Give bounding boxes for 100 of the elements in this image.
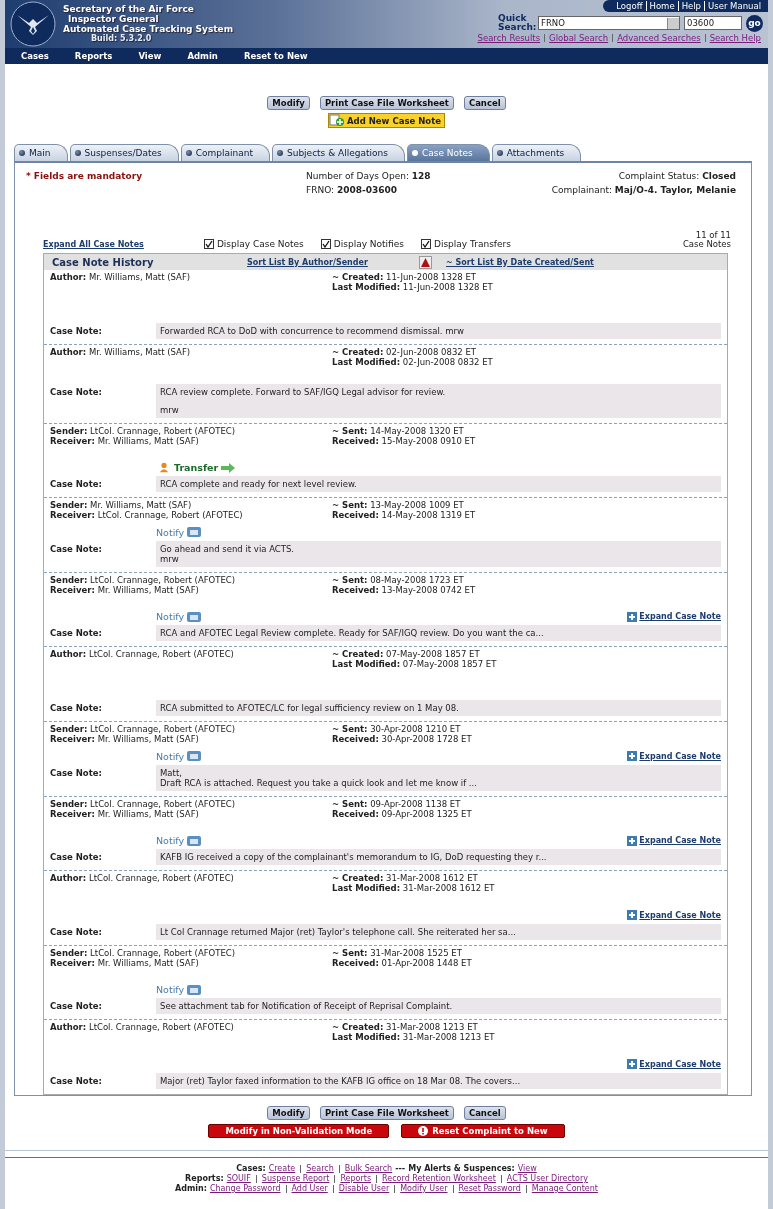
- action-button[interactable]: Print Case File Worksheet: [319, 1106, 454, 1120]
- footer-link[interactable]: Reports: [340, 1174, 372, 1184]
- complainant-name: Complainant: Maj/O-4. Taylor, Melanie: [551, 185, 736, 195]
- go-button[interactable]: go: [746, 14, 763, 32]
- person-field: Sender: LtCol. Crannage, Robert (AFOTEC): [50, 574, 332, 585]
- footer-link[interactable]: Disable User: [338, 1184, 390, 1194]
- footer-link[interactable]: Record Retention Worksheet: [382, 1174, 496, 1184]
- header-link[interactable]: User Manual: [704, 1, 764, 11]
- date-field: Received: 14-May-2008 1319 ET: [332, 510, 476, 521]
- checkbox-label: Display Transfers: [434, 239, 511, 249]
- note-text: Go ahead and send it via ACTS. mrw: [156, 540, 721, 567]
- build-number: Build: 5.3.2.0: [90, 34, 152, 44]
- action-button[interactable]: Modify: [267, 96, 310, 110]
- date-field: Last Modified: 11-Jun-2008 1328 ET: [332, 282, 493, 292]
- plus-icon: [627, 751, 638, 762]
- expand-all-link[interactable]: Expand All Case Notes: [43, 240, 144, 249]
- person-field: Receiver: Mr. Williams, Matt (SAF): [50, 808, 332, 819]
- checkbox[interactable]: [421, 239, 431, 249]
- note-text: RCA submitted to AFOTEC/LC for legal sufficiency review on 1 May 08.: [156, 699, 721, 716]
- arrow-right-icon: [220, 461, 237, 474]
- action-button[interactable]: Modify: [267, 1106, 310, 1120]
- footer-link[interactable]: Suspense Report: [261, 1174, 330, 1184]
- history-title: Case Note History: [52, 256, 155, 268]
- header-link[interactable]: Help: [677, 1, 705, 11]
- sort-arrow-icon[interactable]: [419, 255, 432, 269]
- footer-link[interactable]: Search: [306, 1164, 334, 1174]
- menu-item[interactable]: Admin: [187, 51, 218, 61]
- menu-item[interactable]: Reset to New: [243, 51, 308, 61]
- search-link[interactable]: Search Results: [475, 33, 543, 43]
- footer-link[interactable]: ACTS User Directory: [506, 1174, 588, 1184]
- tab[interactable]: Main: [14, 144, 68, 161]
- date-field: ~ Sent: 08-May-2008 1723 ET: [332, 574, 476, 585]
- plus-icon: [627, 611, 638, 622]
- check-icon: [321, 240, 330, 248]
- expand-link[interactable]: Expand Case Note: [627, 835, 721, 846]
- date-field: ~ Created: 31-Mar-2008 1213 ET: [332, 1022, 495, 1033]
- separator: ---: [395, 1164, 406, 1174]
- menu-item[interactable]: Reports: [74, 51, 113, 61]
- expand-link[interactable]: Expand Case Note: [627, 910, 721, 921]
- footer-label: Cases:: [236, 1164, 266, 1174]
- reset-button[interactable]: Reset Complaint to New: [401, 1124, 565, 1138]
- tab[interactable]: Case Notes: [406, 144, 490, 161]
- action-button[interactable]: Cancel: [463, 96, 506, 110]
- footer-link[interactable]: Add User: [291, 1184, 328, 1194]
- mode-button[interactable]: Modify in Non-Validation Mode: [208, 1124, 390, 1138]
- date-field: Received: 09-Apr-2008 1325 ET: [332, 808, 472, 819]
- note-label: Case Note:: [50, 766, 103, 778]
- footer-link[interactable]: SOUIF: [226, 1174, 251, 1184]
- search-input[interactable]: 03600: [684, 16, 742, 30]
- person-field: Author: Mr. Williams, Matt (SAF): [50, 346, 332, 357]
- date-field: Received: 13-May-2008 0742 ET: [332, 584, 476, 595]
- checkbox[interactable]: [320, 239, 331, 249]
- action-button[interactable]: Cancel: [463, 1106, 506, 1120]
- person-field: Sender: Mr. Williams, Matt (SAF): [50, 500, 332, 511]
- note-text: RCA review complete. Forward to SAF/IGQ Legal advisor for review. mrw: [156, 383, 721, 418]
- header-link[interactable]: Home: [645, 1, 678, 11]
- person-field: Sender: LtCol. Crannage, Robert (AFOTEC): [50, 425, 332, 436]
- search-link[interactable]: Advanced Searches: [615, 33, 703, 43]
- plus-icon: [627, 835, 638, 846]
- note-text: KAFB IG received a copy of the complainant's memorandum to IG, DoD requesting they r...: [156, 849, 721, 866]
- note-text: RCA and AFOTEC Legal Review complete. Ready for SAF/IGQ review. Do you want the ca...: [156, 625, 721, 642]
- days-open: Number of Days Open: 128: [306, 171, 432, 181]
- search-link[interactable]: Global Search: [547, 33, 611, 43]
- date-field: ~ Sent: 30-Apr-2008 1210 ET: [332, 723, 472, 734]
- sort-link[interactable]: Sort List By Author/Sender: [247, 257, 419, 267]
- footer-label: Admin:: [175, 1184, 207, 1194]
- plus-icon: [627, 910, 638, 921]
- footer-link[interactable]: Bulk Search: [344, 1164, 393, 1174]
- search-field-dropdown[interactable]: FRNO: [538, 16, 680, 30]
- search-link[interactable]: Search Help: [707, 33, 763, 43]
- menu-item[interactable]: View: [138, 51, 162, 61]
- footer-link[interactable]: Create: [268, 1164, 296, 1174]
- transfer-label: Transfer: [156, 461, 237, 474]
- tab[interactable]: Subjects & Allegations: [271, 144, 405, 161]
- tab[interactable]: Suspenses/Dates: [69, 144, 179, 161]
- date-field: ~ Sent: 14-May-2008 1320 ET: [332, 425, 476, 436]
- date-field: Received: 15-May-2008 0910 ET: [332, 435, 476, 446]
- tab[interactable]: Complainant: [180, 144, 270, 161]
- note-label: Case Note:: [50, 542, 103, 554]
- person-field: Author: Mr. Williams, Matt (SAF): [50, 272, 332, 282]
- date-field: ~ Created: 02-Jun-2008 0832 ET: [332, 346, 493, 357]
- footer-link[interactable]: Change Password: [209, 1184, 281, 1194]
- sort-link[interactable]: ~ Sort List By Date Created/Sent: [446, 257, 594, 267]
- footer-link[interactable]: Modify User: [400, 1184, 448, 1194]
- expand-link[interactable]: Expand Case Note: [627, 1059, 721, 1070]
- tab[interactable]: Attachments: [491, 144, 582, 161]
- footer-link[interactable]: Manage Content: [531, 1184, 598, 1194]
- footer-label: Reports:: [185, 1174, 224, 1184]
- system-title: Secretary of the Air Force: [63, 4, 195, 14]
- footer-link[interactable]: View: [517, 1164, 537, 1174]
- date-field: ~ Sent: 09-Apr-2008 1138 ET: [332, 798, 472, 809]
- date-field: ~ Created: 07-May-2008 1857 ET: [332, 649, 497, 660]
- footer-link[interactable]: Reset Password: [458, 1184, 521, 1194]
- expand-link[interactable]: Expand Case Note: [627, 751, 721, 762]
- menu-item[interactable]: Cases: [21, 51, 49, 61]
- action-button[interactable]: Print Case File Worksheet: [319, 96, 454, 110]
- expand-link[interactable]: Expand Case Note: [627, 611, 721, 622]
- add-note-button[interactable]: Add New Case Note: [328, 113, 445, 128]
- checkbox[interactable]: [203, 239, 214, 249]
- header-link[interactable]: Logoff: [613, 1, 646, 11]
